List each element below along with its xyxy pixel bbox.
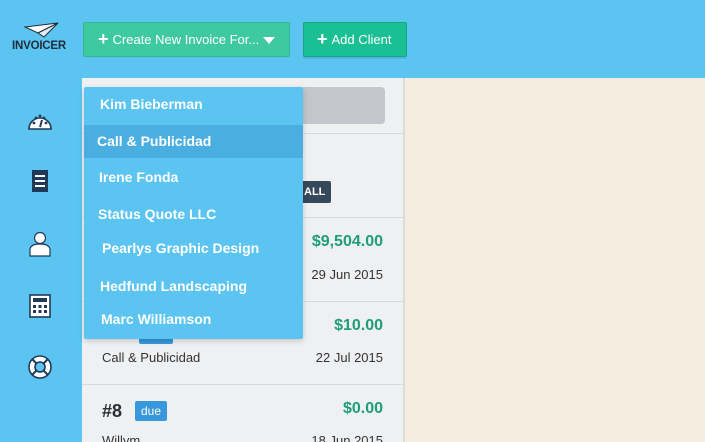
status-badge: due [135, 401, 168, 421]
dropdown-item-pearlys-graphic-design[interactable]: Pearlys Graphic Design [84, 240, 303, 256]
invoice-client: Willym [102, 433, 141, 442]
top-bar: INVOICER + Create New Invoice For... + A… [0, 0, 705, 78]
dropdown-item-irene-fonda[interactable]: Irene Fonda [84, 169, 303, 185]
dropdown-item-kim-bieberman[interactable]: Kim Bieberman [84, 96, 303, 112]
create-invoice-label: Create New Invoice For... [112, 32, 260, 47]
invoice-amount: $0.00 [342, 400, 383, 417]
create-invoice-button[interactable]: + Create New Invoice For... [83, 22, 290, 57]
invoice-date: 22 Jul 2015 [315, 350, 383, 365]
dropdown-item-hedfund-landscaping[interactable]: Hedfund Landscaping [84, 278, 303, 294]
dropdown-item-call-publicidad[interactable]: Call & Publicidad [84, 125, 303, 158]
dashboard-icon[interactable] [26, 108, 54, 136]
divider [82, 384, 405, 385]
search-input[interactable] [300, 87, 385, 124]
dropdown-item-marc-williamson[interactable]: Marc Williamson [84, 311, 303, 327]
add-client-button[interactable]: + Add Client [303, 22, 407, 57]
app-logo[interactable]: INVOICER [10, 22, 74, 62]
invoice-amount: $10.00 [334, 317, 383, 334]
invoices-icon[interactable] [26, 167, 54, 195]
clients-icon[interactable] [26, 230, 54, 258]
invoice-client: Call & Publicidad [102, 350, 201, 365]
invoice-number: #8 [102, 401, 123, 421]
invoice-date: 18 Jun 2015 [311, 433, 383, 442]
invoice-amount: $9,504.00 [311, 233, 383, 250]
paper-plane-icon [24, 22, 59, 38]
sidebar [0, 78, 82, 442]
plus-icon: + [317, 29, 328, 49]
client-dropdown-menu: Kim Bieberman Call & Publicidad Irene Fo… [84, 87, 303, 339]
calculator-icon[interactable] [26, 292, 54, 320]
add-client-label: Add Client [331, 32, 392, 47]
invoice-date: 29 Jun 2015 [311, 267, 383, 282]
plus-icon: + [98, 29, 109, 49]
chevron-down-icon[interactable] [263, 37, 275, 44]
logo-text: INVOICER [12, 40, 66, 52]
dropdown-item-status-quote-llc[interactable]: Status Quote LLC [84, 206, 303, 222]
filter-all-button[interactable]: ALL [298, 181, 332, 203]
support-icon[interactable] [26, 353, 54, 381]
